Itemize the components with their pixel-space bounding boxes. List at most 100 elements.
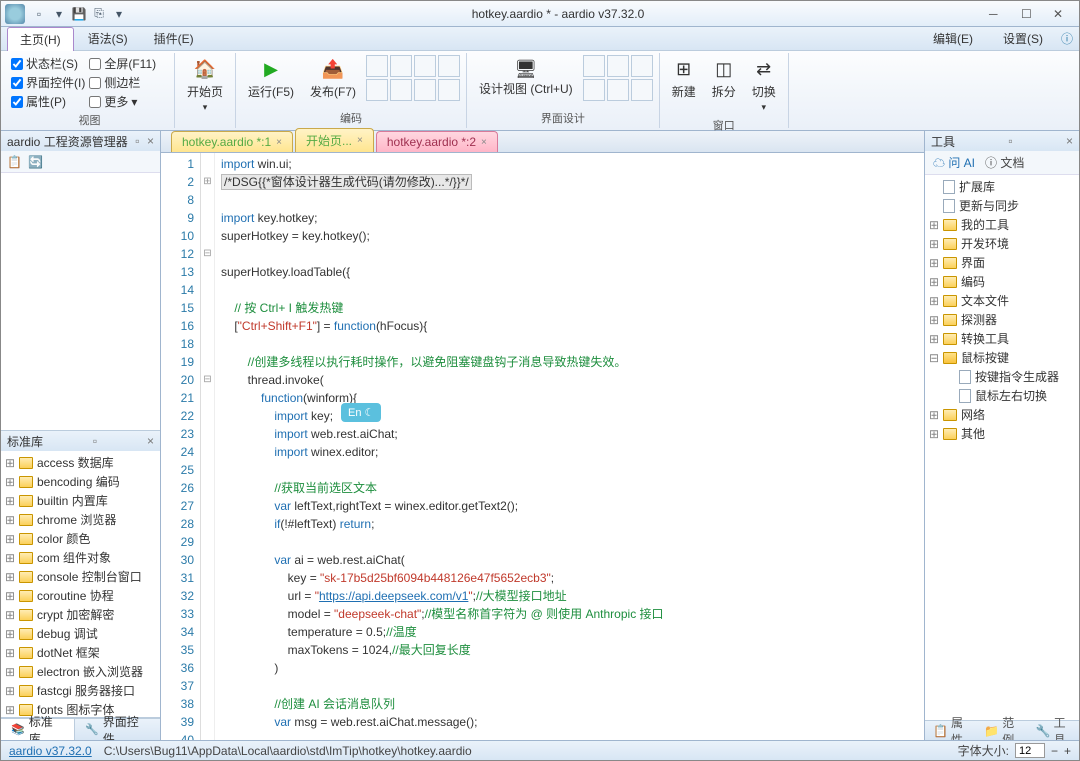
tool-btn-7[interactable] (414, 79, 436, 101)
tab-file-1[interactable]: hotkey.aardio *:1× (171, 131, 293, 152)
qat-open-icon[interactable]: ▾ (51, 6, 67, 22)
project-tree[interactable] (1, 173, 160, 430)
zoom-in-icon[interactable]: + (1064, 744, 1071, 758)
dsg-btn-2[interactable] (607, 55, 629, 77)
menu-plugin[interactable]: 插件(E) (142, 27, 206, 50)
tool-item[interactable]: 鼠标左右切换 (927, 386, 1077, 405)
tool-btn-4[interactable] (438, 55, 460, 77)
status-version[interactable]: aardio v37.32.0 (9, 744, 92, 758)
project-close-icon[interactable]: × (147, 134, 154, 148)
tab-close-icon[interactable]: × (481, 137, 487, 148)
tool-item[interactable]: ⊞探测器 (927, 310, 1077, 329)
tab-stdlib[interactable]: 📚标准库 (1, 719, 75, 740)
tool-btn-8[interactable] (438, 79, 460, 101)
tool-item[interactable]: 更新与同步 (927, 196, 1077, 215)
tab-startpage[interactable]: 开始页...× (295, 128, 374, 152)
publish-icon: 📤 (321, 57, 345, 81)
tab-uicontrols[interactable]: 🔧界面控件 (75, 719, 160, 740)
tool-item[interactable]: ⊟鼠标按键 (927, 348, 1077, 367)
chk-attr[interactable]: 属性(P) (11, 93, 85, 110)
tool-btn-5[interactable] (366, 79, 388, 101)
chk-more[interactable]: 更多▾ (89, 93, 156, 110)
qat-save-icon[interactable]: 💾 (71, 6, 87, 22)
close-icon[interactable]: ✕ (1053, 7, 1067, 21)
lib-item[interactable]: ⊞chrome 浏览器 (3, 510, 158, 529)
help-icon[interactable]: ⓘ (1061, 30, 1073, 47)
ask-ai-link[interactable]: ☁ 问 AI (933, 154, 975, 171)
lib-item[interactable]: ⊞fastcgi 服务器接口 (3, 681, 158, 700)
tool-item[interactable]: ⊞转换工具 (927, 329, 1077, 348)
menu-syntax[interactable]: 语法(S) (76, 27, 140, 50)
menu-edit[interactable]: 编辑(E) (921, 27, 985, 50)
qat-new-icon[interactable]: ▫ (31, 6, 47, 22)
maximize-icon[interactable]: ☐ (1021, 7, 1035, 21)
tool-item[interactable]: ⊞文本文件 (927, 291, 1077, 310)
tool-item[interactable]: 按键指令生成器 (927, 367, 1077, 386)
tools-tree[interactable]: 扩展库更新与同步⊞我的工具⊞开发环境⊞界面⊞编码⊞文本文件⊞探测器⊞转换工具⊟鼠… (925, 175, 1079, 720)
lib-panel-title: 标准库 (7, 433, 43, 450)
zoom-out-icon[interactable]: − (1051, 744, 1058, 758)
lib-item[interactable]: ⊞coroutine 协程 (3, 586, 158, 605)
tool-item[interactable]: ⊞开发环境 (927, 234, 1077, 253)
tool-btn-3[interactable] (414, 55, 436, 77)
rtab-sample[interactable]: 📁范例 (976, 721, 1027, 740)
fold-column[interactable]: ⊞⊟⊟ (201, 153, 215, 740)
code-editor[interactable]: 1289101213141516181920212223242526272829… (161, 153, 924, 740)
ime-badge: En ☾ (341, 403, 381, 422)
btn-design[interactable]: 🖥设计视图 (Ctrl+U) (473, 55, 579, 98)
btn-new-win[interactable]: ⊞新建 (666, 55, 702, 102)
proj-tool-1[interactable]: 📋 (7, 155, 22, 169)
lib-close-icon[interactable]: × (147, 434, 154, 448)
rtab-attr[interactable]: 📋属性 (925, 721, 976, 740)
lib-item[interactable]: ⊞com 组件对象 (3, 548, 158, 567)
chk-status[interactable]: 状态栏(S) (11, 55, 85, 72)
font-size-label: 字体大小: (958, 742, 1009, 759)
btn-run[interactable]: ▶运行(F5) (242, 55, 300, 102)
lib-item[interactable]: ⊞dotNet 框架 (3, 643, 158, 662)
lib-item[interactable]: ⊞access 数据库 (3, 453, 158, 472)
tool-item[interactable]: ⊞界面 (927, 253, 1077, 272)
menu-settings[interactable]: 设置(S) (991, 27, 1055, 50)
btn-publish[interactable]: 📤发布(F7) (304, 55, 362, 102)
dsg-btn-1[interactable] (583, 55, 605, 77)
dsg-btn-3[interactable] (631, 55, 653, 77)
btn-switch[interactable]: ⇄切换▾ (746, 55, 782, 115)
tools-close-icon[interactable]: × (1066, 134, 1073, 148)
menu-home[interactable]: 主页(H) (7, 27, 74, 51)
proj-tool-2[interactable]: 🔄 (28, 155, 43, 169)
lib-item[interactable]: ⊞bencoding 编码 (3, 472, 158, 491)
tab-file-2[interactable]: hotkey.aardio *:2× (376, 131, 498, 152)
tool-item[interactable]: ⊞其他 (927, 424, 1077, 443)
split-icon: ◫ (712, 57, 736, 81)
chk-sidebar[interactable]: 侧边栏 (89, 74, 156, 91)
lib-item[interactable]: ⊞crypt 加密解密 (3, 605, 158, 624)
minimize-icon[interactable]: ─ (989, 7, 1003, 21)
doc-link[interactable]: ⓘ 文档 (985, 154, 1024, 171)
lib-item[interactable]: ⊞debug 调试 (3, 624, 158, 643)
btn-split[interactable]: ◫拆分 (706, 55, 742, 102)
qat-dropdown-icon[interactable]: ▾ (111, 6, 127, 22)
dsg-btn-4[interactable] (583, 79, 605, 101)
tool-btn-2[interactable] (390, 55, 412, 77)
tab-close-icon[interactable]: × (357, 135, 363, 146)
tool-btn-1[interactable] (366, 55, 388, 77)
lib-item[interactable]: ⊞console 控制台窗口 (3, 567, 158, 586)
font-size-input[interactable] (1015, 743, 1045, 758)
lib-item[interactable]: ⊞builtin 内置库 (3, 491, 158, 510)
tool-item[interactable]: ⊞我的工具 (927, 215, 1077, 234)
lib-item[interactable]: ⊞electron 嵌入浏览器 (3, 662, 158, 681)
qat-saveall-icon[interactable]: ⎘ (91, 6, 107, 22)
tool-item[interactable]: ⊞编码 (927, 272, 1077, 291)
lib-tree[interactable]: ⊞access 数据库⊞bencoding 编码⊞builtin 内置库⊞chr… (1, 451, 160, 717)
rtab-tool[interactable]: 🔧工具 (1028, 721, 1079, 740)
tool-item[interactable]: 扩展库 (927, 177, 1077, 196)
chk-layout[interactable]: 界面控件(I) (11, 74, 85, 91)
tool-item[interactable]: ⊞网络 (927, 405, 1077, 424)
dsg-btn-6[interactable] (631, 79, 653, 101)
chk-fullscreen[interactable]: 全屏(F11) (89, 55, 156, 72)
lib-item[interactable]: ⊞color 颜色 (3, 529, 158, 548)
tab-close-icon[interactable]: × (276, 137, 282, 148)
dsg-btn-5[interactable] (607, 79, 629, 101)
tool-btn-6[interactable] (390, 79, 412, 101)
btn-startpage[interactable]: 🏠开始页▾ (181, 55, 229, 115)
